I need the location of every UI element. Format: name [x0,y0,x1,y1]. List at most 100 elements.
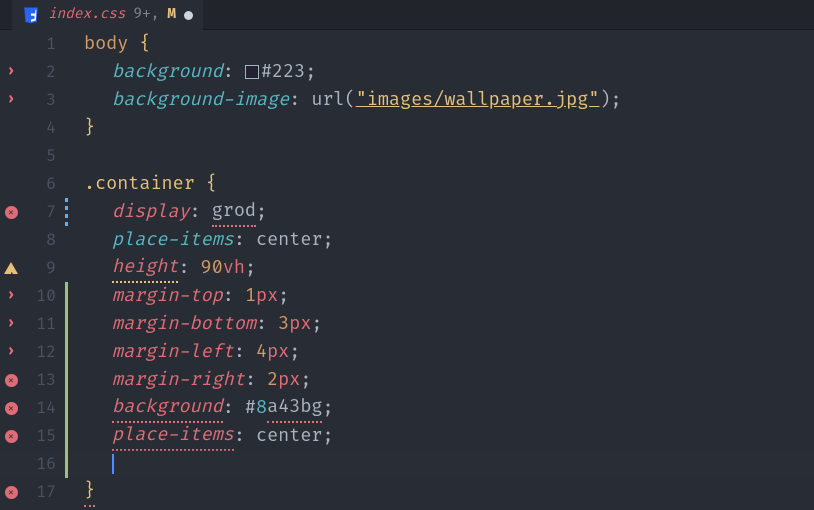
git-added-bar [65,422,68,450]
code-content[interactable]: place-items: center; [68,226,334,254]
error-icon [5,402,18,415]
code-content[interactable]: margin-right: 2px; [68,366,311,394]
code-line[interactable]: 13margin-right: 2px; [0,366,814,394]
color-swatch [245,65,259,79]
tab-git-status: M [167,1,176,29]
error-icon [5,430,18,443]
modification-bar [64,226,68,254]
gutter-glyph [0,374,22,387]
modification-bar [64,478,68,506]
modification-bar [64,58,68,86]
code-content[interactable]: } [68,477,95,507]
chevron-right-icon: › [7,58,16,86]
code-line[interactable]: 1body { [0,30,814,58]
line-number: 7 [22,198,64,226]
modification-bar [64,86,68,114]
git-modified-bar [65,198,68,226]
tab-dirty-dot-icon [184,11,193,20]
code-editor[interactable]: 1body {›2background: #223;›3background-i… [0,30,814,506]
git-added-bar [65,282,68,310]
code-content[interactable]: margin-left: 4px; [68,338,300,366]
code-line[interactable]: 8place-items: center; [0,226,814,254]
code-content[interactable]: background: #8a43bg; [68,393,334,423]
modification-bar [64,254,68,282]
file-tab[interactable]: index.css 9+, M [12,0,203,31]
line-number: 9 [22,254,64,282]
tab-bar: index.css 9+, M [0,0,814,30]
line-number: 5 [22,142,64,170]
gutter-glyph: › [0,86,22,114]
code-content[interactable]: } [68,114,95,142]
line-number: 8 [22,226,64,254]
line-number: 14 [22,394,64,422]
line-number: 3 [22,86,64,114]
code-line[interactable]: 7display: grod; [0,198,814,226]
error-icon [5,486,18,499]
gutter-glyph: › [0,58,22,86]
modification-bar [64,142,68,170]
error-icon [5,206,18,219]
gutter-glyph: › [0,338,22,366]
gutter-glyph: › [0,310,22,338]
code-line[interactable]: ›11margin-bottom: 3px; [0,310,814,338]
code-content[interactable]: background-image: url("images/wallpaper.… [68,86,622,114]
modification-bar [64,198,68,226]
tab-diff-indicator: 9+, [134,1,160,29]
line-number: 12 [22,338,64,366]
line-number: 15 [22,422,64,450]
modification-bar [64,450,68,478]
line-number: 11 [22,310,64,338]
code-content[interactable]: margin-top: 1px; [68,282,289,310]
code-line[interactable]: 9height: 90vh; [0,254,814,282]
modification-bar [64,422,68,450]
modification-bar [64,282,68,310]
code-line[interactable]: ›2background: #223; [0,58,814,86]
code-content[interactable]: display: grod; [68,197,267,227]
line-number: 13 [22,366,64,394]
code-content[interactable]: height: 90vh; [68,253,256,283]
code-line[interactable]: 6.container { [0,170,814,198]
code-content[interactable]: margin-bottom: 3px; [68,310,322,338]
code-content[interactable]: body { [68,30,150,58]
code-content[interactable]: background: #223; [68,58,316,86]
gutter-glyph [0,402,22,415]
line-number: 4 [22,114,64,142]
line-number: 10 [22,282,64,310]
text-cursor [112,454,114,474]
line-number: 1 [22,30,64,58]
code-content[interactable] [68,454,114,474]
code-content[interactable]: .container { [68,170,217,198]
code-line[interactable]: 14background: #8a43bg; [0,394,814,422]
modification-bar [64,30,68,58]
line-number: 16 [22,450,64,478]
code-line[interactable]: ›10margin-top: 1px; [0,282,814,310]
code-line[interactable]: 17} [0,478,814,506]
gutter-glyph [0,262,22,274]
line-number: 17 [22,478,64,506]
git-added-bar [65,450,68,478]
code-line[interactable]: 16 [0,450,814,478]
code-content[interactable]: place-items: center; [68,421,334,451]
warning-icon [4,262,18,274]
css-file-icon [22,6,40,24]
code-line[interactable]: 4} [0,114,814,142]
modification-bar [64,366,68,394]
gutter-glyph [0,206,22,219]
modification-bar [64,394,68,422]
chevron-right-icon: › [7,338,16,366]
gutter-glyph [0,486,22,499]
error-icon [5,374,18,387]
line-number: 6 [22,170,64,198]
code-line[interactable]: ›3background-image: url("images/wallpape… [0,86,814,114]
code-line[interactable]: 15place-items: center; [0,422,814,450]
git-added-bar [65,366,68,394]
chevron-right-icon: › [7,310,16,338]
code-line[interactable]: 5 [0,142,814,170]
modification-bar [64,170,68,198]
code-line[interactable]: ›12margin-left: 4px; [0,338,814,366]
git-added-bar [65,394,68,422]
modification-bar [64,310,68,338]
git-added-bar [65,310,68,338]
git-added-bar [65,338,68,366]
line-number: 2 [22,58,64,86]
